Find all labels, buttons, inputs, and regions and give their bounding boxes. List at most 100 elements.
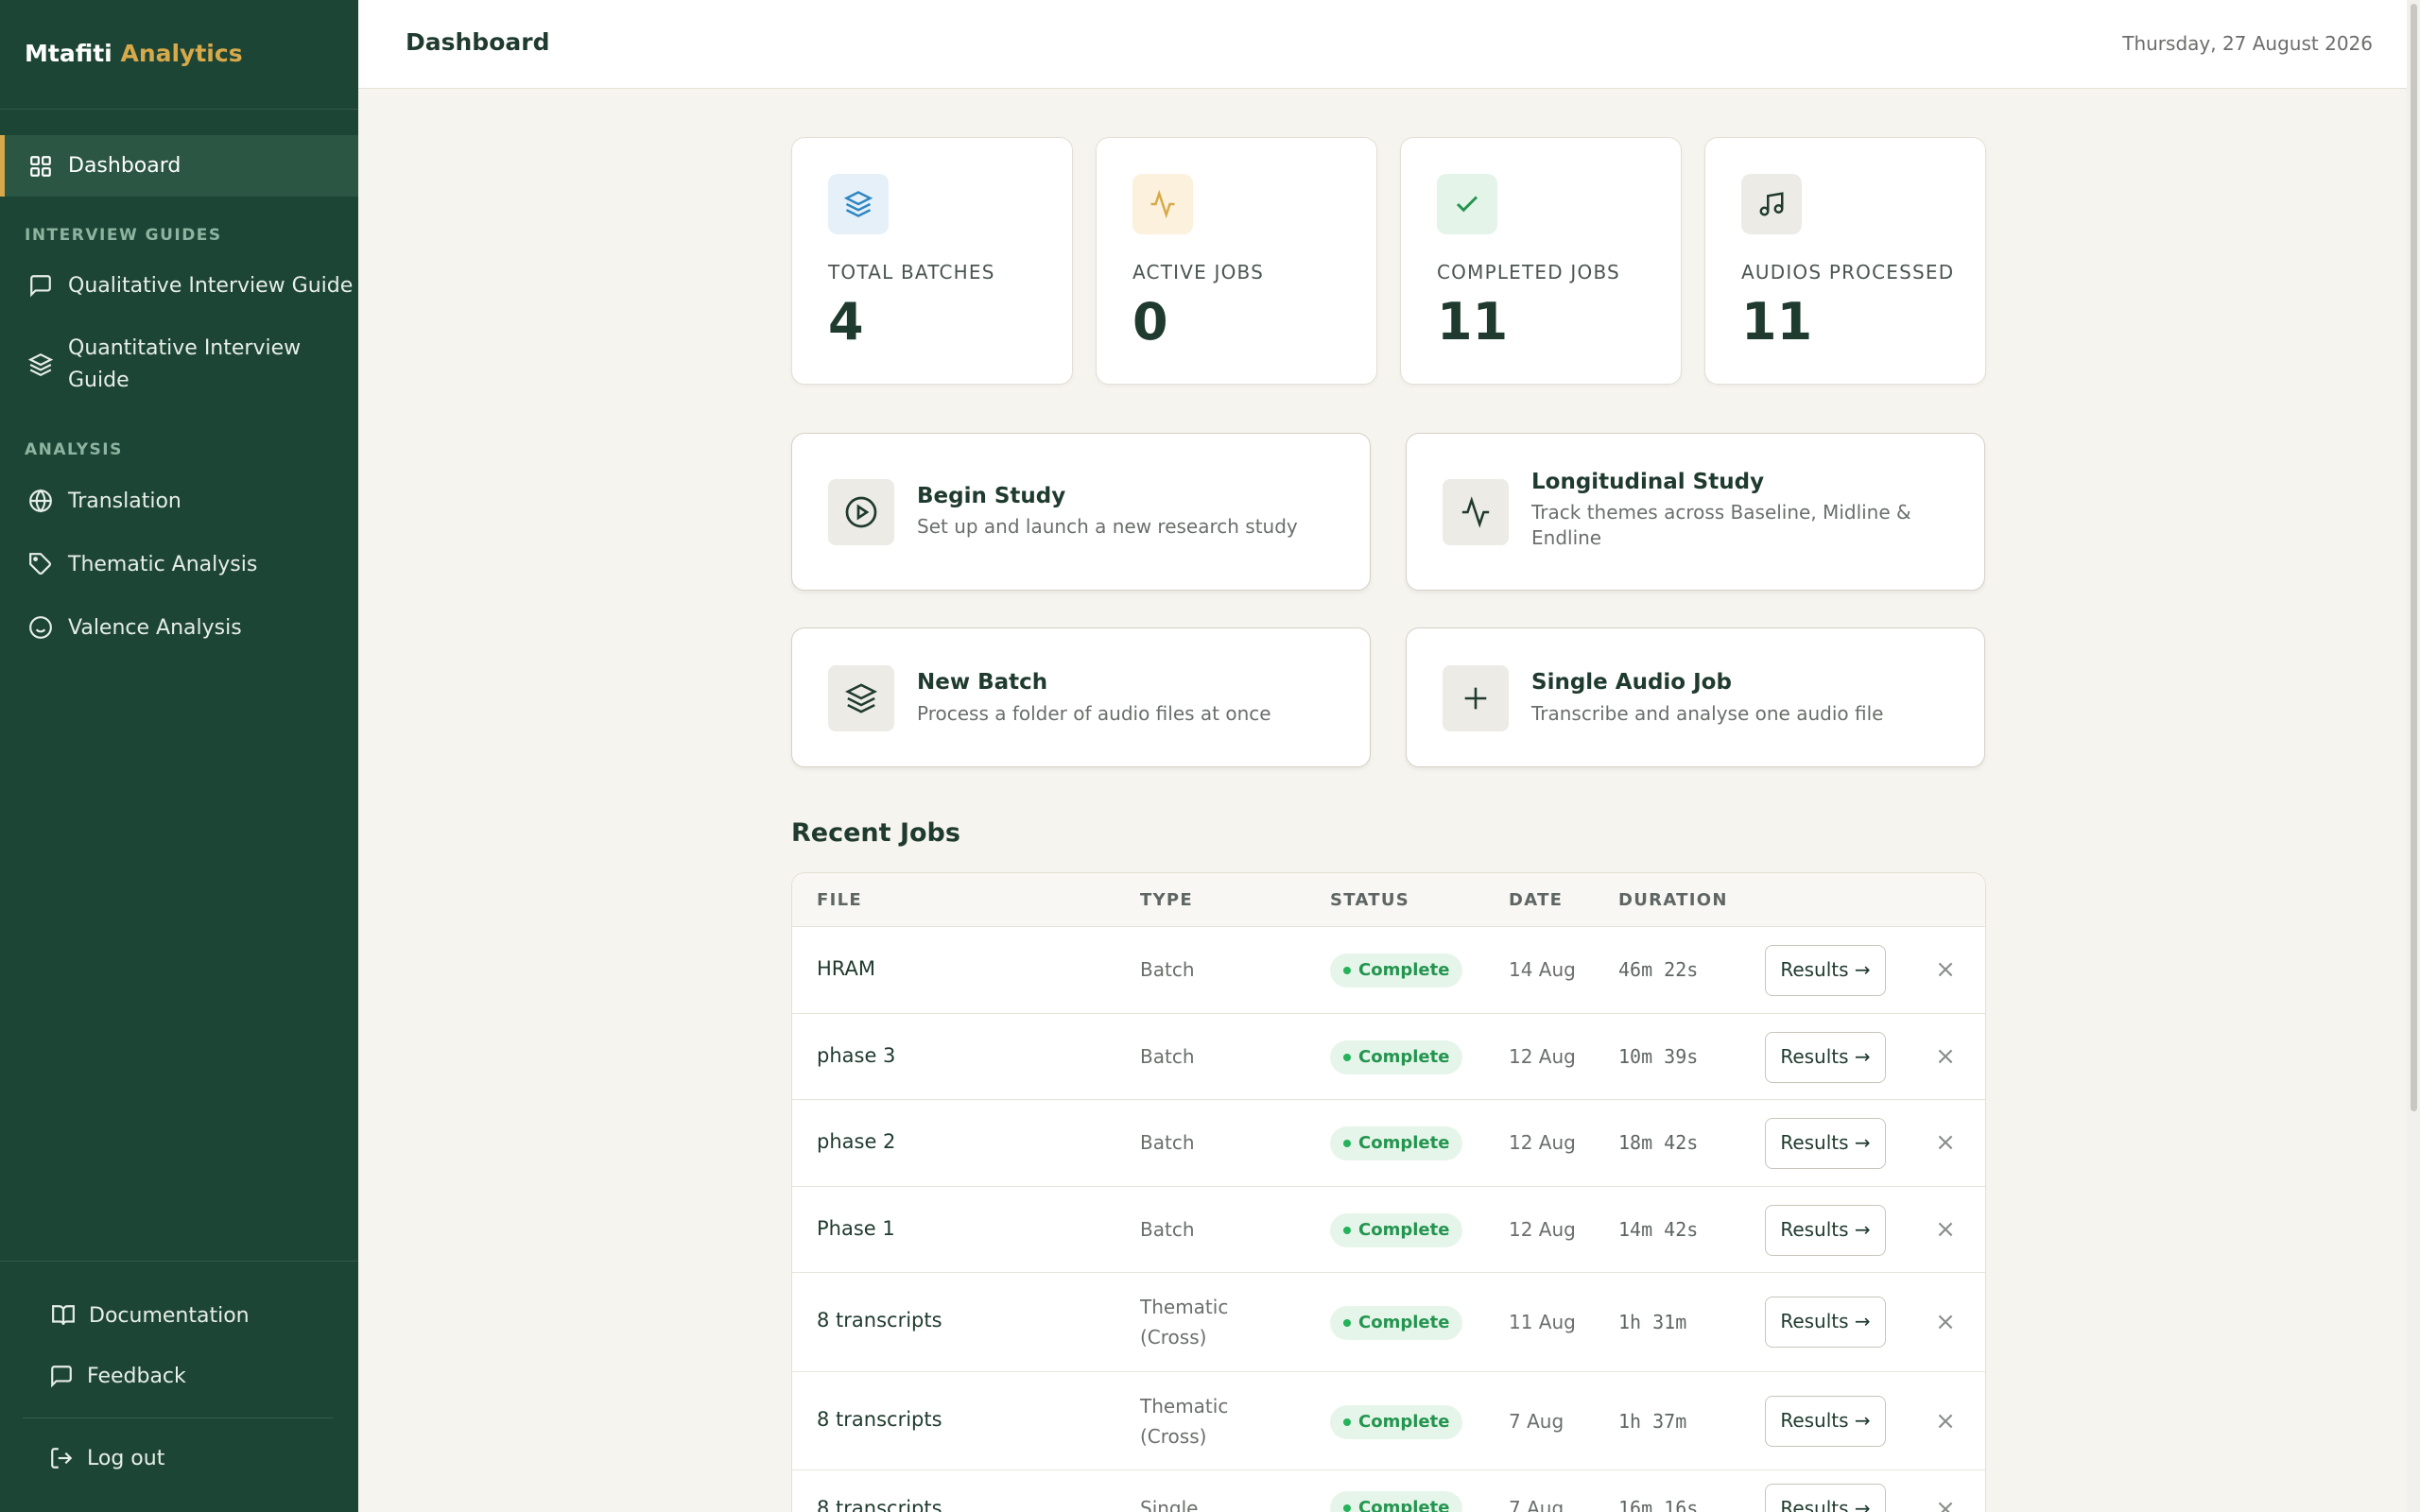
close-icon[interactable]: × (1931, 1215, 1960, 1244)
action-title: Single Audio Job (1531, 670, 1732, 695)
longitudinal-study-button[interactable]: Longitudinal Study Track themes across B… (1406, 433, 1985, 591)
brand-name: Mtafiti (25, 40, 112, 67)
sidebar-divider (0, 109, 358, 110)
action-title: Begin Study (917, 484, 1066, 508)
section-title-interview-guides: INTERVIEW GUIDES (25, 226, 222, 245)
job-type-line1: Thematic (1140, 1395, 1229, 1418)
status-badge: Complete (1330, 1213, 1463, 1247)
job-file-name: 8 transcripts (817, 1309, 942, 1332)
sidebar-divider (0, 1261, 358, 1262)
job-type-line2: (Cross) (1140, 1425, 1207, 1448)
results-button[interactable]: Results → (1765, 1032, 1886, 1083)
close-icon[interactable]: × (1931, 1407, 1960, 1435)
job-type: Batch (1140, 958, 1195, 981)
table-row[interactable]: Phase 1 Batch Complete 12 Aug 14m 42s Re… (792, 1187, 1985, 1273)
close-icon[interactable]: × (1931, 955, 1960, 984)
sidebar-item-label-wrap: Quantitative Interview Guide (68, 333, 301, 397)
layers-icon (828, 174, 889, 234)
section-title-analysis: ANALYSIS (25, 440, 123, 459)
job-duration: 14m 42s (1618, 1218, 1699, 1241)
sidebar-item-thematic-analysis[interactable]: Thematic Analysis (0, 541, 358, 588)
header-date: Thursday, 27 August 2026 (2122, 32, 2373, 55)
column-header-status: STATUS (1330, 890, 1410, 910)
message-square-icon (26, 271, 55, 300)
action-subtitle: Transcribe and analyse one audio file (1531, 702, 1884, 725)
stat-label: ACTIVE JOBS (1132, 261, 1264, 284)
activity-icon (1443, 479, 1509, 545)
sidebar-item-quantitative-guide[interactable]: Quantitative Interview Guide (0, 331, 358, 399)
sidebar-item-valence-analysis[interactable]: Valence Analysis (0, 604, 358, 651)
sidebar-item-label: Valence Analysis (68, 615, 242, 640)
brand-logo[interactable]: Mtafiti Analytics (25, 40, 243, 67)
sidebar-item-documentation[interactable]: Documentation (49, 1301, 250, 1330)
results-button[interactable]: Results → (1765, 1297, 1886, 1348)
sidebar-item-dashboard[interactable]: Dashboard (0, 135, 358, 197)
recent-jobs-heading: Recent Jobs (791, 818, 960, 848)
close-icon[interactable]: × (1931, 1128, 1960, 1157)
stat-card-audios-processed: AUDIOS PROCESSED 11 (1704, 137, 1986, 385)
sidebar-item-label: Guide (68, 369, 130, 392)
results-button[interactable]: Results → (1765, 1118, 1886, 1169)
book-open-icon (49, 1301, 78, 1330)
job-type: Single (1140, 1497, 1199, 1512)
table-row[interactable]: 8 transcripts Thematic (Cross) Complete … (792, 1273, 1985, 1372)
sidebar-item-translation[interactable]: Translation (0, 477, 358, 524)
scrollbar-thumb[interactable] (2411, 4, 2417, 1111)
job-duration: 1h 31m (1618, 1311, 1687, 1333)
table-row[interactable]: 8 transcripts Thematic (Cross) Complete … (792, 1372, 1985, 1470)
tag-icon (26, 550, 55, 578)
stat-label: AUDIOS PROCESSED (1741, 261, 1955, 284)
results-button[interactable]: Results → (1765, 1484, 1886, 1512)
table-row[interactable]: phase 2 Batch Complete 12 Aug 18m 42s Re… (792, 1100, 1985, 1187)
sidebar-item-label: Feedback (87, 1364, 186, 1388)
results-button[interactable]: Results → (1765, 1205, 1886, 1256)
globe-icon (26, 487, 55, 515)
sidebar-item-label: Dashboard (68, 154, 182, 178)
smile-icon (26, 613, 55, 642)
close-icon[interactable]: × (1931, 1495, 1960, 1512)
job-duration: 18m 42s (1618, 1131, 1699, 1154)
job-type: Batch (1140, 1218, 1195, 1241)
job-duration: 46m 22s (1618, 958, 1699, 981)
job-date: 11 Aug (1509, 1311, 1576, 1333)
job-duration: 1h 37m (1618, 1410, 1687, 1433)
results-button[interactable]: Results → (1765, 945, 1886, 996)
job-date: 12 Aug (1509, 1131, 1576, 1154)
new-batch-button[interactable]: New Batch Process a folder of audio file… (791, 627, 1371, 767)
status-badge: Complete (1330, 1126, 1463, 1160)
action-subtitle: Track themes across Baseline, Midline & … (1531, 501, 1911, 549)
sidebar-item-label: Quantitative Interview (68, 336, 302, 360)
page-scrollbar[interactable] (2407, 0, 2420, 1512)
layers-icon (26, 351, 55, 379)
stat-value: 0 (1132, 292, 1168, 352)
sidebar-item-label: Qualitative Interview Guide (68, 273, 354, 298)
stat-card-completed-jobs: COMPLETED JOBS 11 (1400, 137, 1682, 385)
sidebar-item-label: Log out (87, 1446, 165, 1470)
log-out-icon (47, 1444, 76, 1472)
job-date: 12 Aug (1509, 1045, 1576, 1068)
table-row[interactable]: 8 transcripts Single Complete 7 Aug 16m … (792, 1470, 1985, 1512)
stat-value: 4 (828, 292, 864, 352)
job-file-name: HRAM (817, 957, 876, 980)
close-icon[interactable]: × (1931, 1042, 1960, 1071)
logout-button[interactable]: Log out (47, 1444, 164, 1472)
begin-study-button[interactable]: Begin Study Set up and launch a new rese… (791, 433, 1371, 591)
status-badge: Complete (1330, 1405, 1463, 1439)
brand-accent: Analytics (120, 40, 243, 67)
table-header: FILE TYPE STATUS DATE DURATION (792, 873, 1985, 927)
sidebar-item-feedback[interactable]: Feedback (47, 1362, 186, 1390)
job-duration: 16m 16s (1618, 1497, 1699, 1512)
job-file-name: phase 3 (817, 1044, 896, 1067)
job-file-name: Phase 1 (817, 1217, 895, 1240)
table-row[interactable]: phase 3 Batch Complete 12 Aug 10m 39s Re… (792, 1014, 1985, 1100)
action-subtitle: Set up and launch a new research study (917, 515, 1298, 538)
close-icon[interactable]: × (1931, 1308, 1960, 1336)
sidebar-item-qualitative-guide[interactable]: Qualitative Interview Guide (0, 262, 358, 309)
table-row[interactable]: HRAM Batch Complete 14 Aug 46m 22s Resul… (792, 927, 1985, 1014)
results-button[interactable]: Results → (1765, 1396, 1886, 1447)
action-title: Longitudinal Study (1531, 470, 1765, 494)
sidebar-item-label: Thematic Analysis (68, 552, 258, 576)
single-audio-job-button[interactable]: Single Audio Job Transcribe and analyse … (1406, 627, 1985, 767)
column-header-type: TYPE (1140, 890, 1194, 910)
music-note-icon (1741, 174, 1802, 234)
